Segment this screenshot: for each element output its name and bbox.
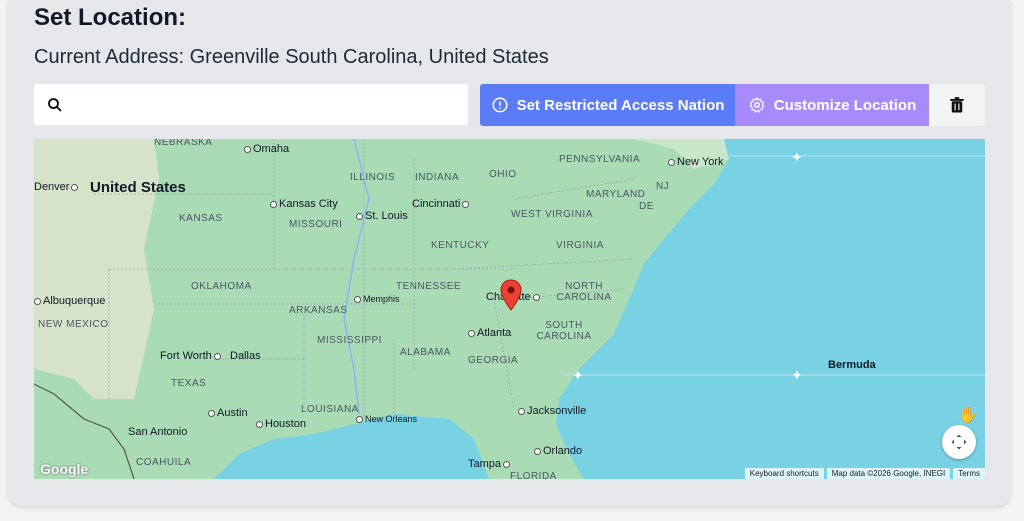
recenter-icon — [951, 434, 967, 450]
city-label: Memphis — [354, 294, 400, 304]
city-label: Houston — [256, 418, 306, 430]
customize-location-button[interactable]: Customize Location — [735, 84, 929, 126]
map-marker-icon[interactable] — [500, 279, 522, 311]
region-label-virginia: VIRGINIA — [556, 240, 604, 251]
search-input[interactable] — [72, 84, 456, 127]
trash-icon — [950, 97, 964, 113]
search-icon — [48, 98, 62, 112]
region-label-kentucky: KENTUCKY — [431, 240, 490, 251]
map-data-text: Map data ©2026 Google, INEGI — [826, 468, 951, 479]
city-label: New Orleans — [356, 414, 417, 424]
region-label-arkansas: ARKANSAS — [289, 305, 348, 316]
map-view[interactable]: NEBRASKA KANSAS MISSOURI ILLINOIS INDIAN… — [34, 139, 985, 479]
city-label: Dallas — [230, 350, 261, 362]
current-address: Current Address: Greenville South Caroli… — [34, 46, 549, 68]
region-label-de: DE — [639, 201, 654, 212]
set-restricted-access-label: Set Restricted Access Nation — [516, 96, 725, 114]
terms-link[interactable]: Terms — [953, 468, 985, 479]
region-label-indiana: INDIANA — [415, 172, 460, 183]
region-label-south-carolina: SOUTH CAROLINA — [536, 320, 592, 342]
region-label-pennsylvania: PENNSYLVANIA — [559, 154, 641, 165]
sparkle-icon: ✦ — [791, 367, 803, 383]
city-label: Kansas City — [270, 198, 338, 210]
search-box[interactable] — [34, 84, 468, 127]
region-label-west-virginia: WEST VIRGINIA — [511, 209, 593, 220]
gear-icon — [749, 96, 765, 113]
region-label-mississippi: MISSISSIPPI — [317, 335, 382, 346]
city-label: Fort Worth — [160, 350, 223, 362]
page-title: Set Location: — [34, 4, 187, 31]
region-label-kansas: KANSAS — [179, 213, 223, 224]
map-attribution: Keyboard shortcuts Map data ©2026 Google… — [742, 468, 985, 479]
city-label: Denver — [34, 181, 80, 193]
region-label-illinois: ILLINOIS — [350, 172, 396, 183]
recenter-button[interactable] — [942, 425, 976, 459]
google-logo: Google — [40, 461, 89, 477]
alert-circle-icon — [492, 97, 508, 113]
region-label-bermuda: Bermuda — [828, 359, 876, 371]
region-label-florida: FLORIDA — [510, 471, 557, 479]
customize-location-label: Customize Location — [773, 96, 917, 114]
region-label-tennessee: TENNESSEE — [396, 281, 462, 292]
sparkle-icon: ✦ — [791, 149, 803, 165]
set-restricted-access-button[interactable]: Set Restricted Access Nation — [480, 84, 735, 126]
city-label: Albuquerque — [34, 295, 105, 307]
city-label: Jacksonville — [518, 405, 586, 417]
region-label-north-carolina: NORTH CAROLINA — [556, 281, 612, 303]
drag-hand-icon: ✋ — [958, 407, 978, 424]
city-label: St. Louis — [356, 210, 408, 222]
region-label-louisiana: LOUISIANA — [301, 404, 359, 415]
region-label-maryland: MARYLAND — [586, 189, 646, 200]
region-label-missouri: MISSOURI — [289, 219, 343, 230]
region-label-georgia: GEORGIA — [468, 355, 519, 366]
city-label: Austin — [208, 407, 248, 419]
region-label-oklahoma: OKLAHOMA — [191, 281, 252, 292]
city-label: San Antonio — [128, 426, 188, 438]
sparkle-icon: ✦ — [572, 367, 584, 383]
city-label: Orlando — [534, 445, 582, 457]
city-label: Tampa — [468, 458, 512, 470]
city-label: Atlanta — [468, 327, 511, 339]
region-label-new-mexico: NEW MEXICO — [38, 319, 109, 330]
city-label: New York — [668, 156, 723, 168]
region-label-nj: NJ — [656, 181, 670, 192]
region-label-coahuila: COAHUILA — [136, 457, 192, 468]
region-label-ohio: OHIO — [489, 169, 517, 180]
city-label: Cincinnati — [412, 198, 471, 210]
region-label-texas: TEXAS — [171, 378, 207, 389]
region-label-alabama: ALABAMA — [400, 347, 451, 358]
country-label: United States — [90, 179, 186, 196]
region-label-nebraska: NEBRASKA — [154, 139, 213, 148]
delete-button[interactable] — [929, 84, 985, 126]
keyboard-shortcuts-link[interactable]: Keyboard shortcuts — [744, 468, 824, 479]
city-label: Omaha — [244, 143, 289, 155]
